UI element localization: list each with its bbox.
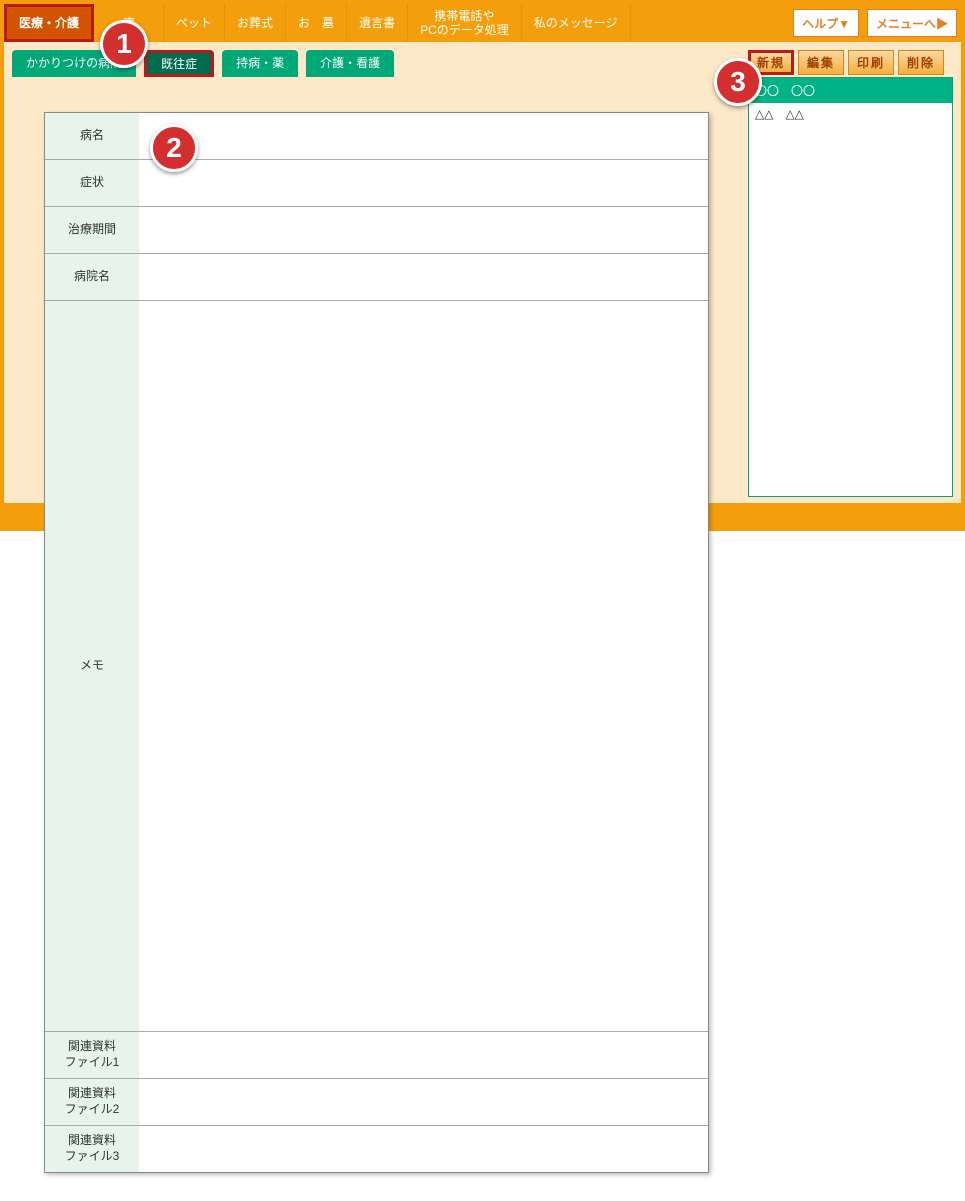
value-memo[interactable]: [139, 301, 708, 1031]
label-treatment-period: 治療期間: [45, 207, 139, 253]
row-symptom: 症状: [45, 160, 708, 207]
list-item[interactable]: △△ △△: [749, 103, 952, 124]
row-disease-name: 病名: [45, 113, 708, 160]
help-button[interactable]: ヘルプ▼: [793, 9, 859, 37]
nav-funeral[interactable]: お葬式: [225, 4, 286, 42]
row-file2: 関連資料 ファイル2: [45, 1079, 708, 1126]
value-disease-name[interactable]: [139, 113, 708, 159]
nav-pet[interactable]: ペット: [164, 4, 225, 42]
value-symptom[interactable]: [139, 160, 708, 206]
list-selected-item[interactable]: 〇〇 〇〇: [749, 78, 952, 103]
menu-button[interactable]: メニューへ▶: [867, 9, 957, 37]
row-treatment-period: 治療期間: [45, 207, 708, 254]
tab-nursing-care[interactable]: 介護・看護: [306, 50, 394, 77]
nav-phone-pc-data[interactable]: 携帯電話や PCのデータ処理: [408, 4, 522, 42]
tab-past-illness[interactable]: 既往症: [144, 50, 214, 77]
nav-will[interactable]: 遺言書: [347, 4, 408, 42]
value-file3[interactable]: [139, 1126, 708, 1172]
nav-my-message[interactable]: 私のメッセージ: [522, 4, 631, 42]
value-file1[interactable]: [139, 1032, 708, 1078]
action-buttons: 新規 編集 印刷 削除: [748, 50, 953, 75]
record-list: 〇〇 〇〇 △△ △△: [748, 77, 953, 497]
label-symptom: 症状: [45, 160, 139, 206]
callout-3: 3: [714, 58, 762, 106]
value-hospital-name[interactable]: [139, 254, 708, 300]
delete-button[interactable]: 削除: [898, 50, 944, 75]
top-navigation: 医療・介護 療 ペット お葬式 お 墓 遺言書 携帯電話や PCのデータ処理 私…: [4, 4, 961, 42]
nav-grave[interactable]: お 墓: [286, 4, 347, 42]
nav-medical-care[interactable]: 医療・介護: [4, 4, 94, 42]
label-hospital-name: 病院名: [45, 254, 139, 300]
label-file3: 関連資料 ファイル3: [45, 1126, 139, 1172]
nav-spacer: [631, 4, 790, 42]
label-file1: 関連資料 ファイル1: [45, 1032, 139, 1078]
callout-2: 2: [150, 124, 198, 172]
row-memo: メモ: [45, 301, 708, 1032]
value-file2[interactable]: [139, 1079, 708, 1125]
tab-chronic-medicine[interactable]: 持病・薬: [222, 50, 298, 77]
edit-button[interactable]: 編集: [798, 50, 844, 75]
row-file1: 関連資料 ファイル1: [45, 1032, 708, 1079]
form-panel: 病名 症状 治療期間 病院名 メモ 関連資料 ファイル1 関連資料 ファイル2 …: [44, 112, 709, 1173]
right-column: 新規 編集 印刷 削除 〇〇 〇〇 △△ △△: [748, 50, 953, 497]
callout-1: 1: [100, 20, 148, 68]
label-memo: メモ: [45, 301, 139, 1031]
label-disease-name: 病名: [45, 113, 139, 159]
row-hospital-name: 病院名: [45, 254, 708, 301]
label-file2: 関連資料 ファイル2: [45, 1079, 139, 1125]
value-treatment-period[interactable]: [139, 207, 708, 253]
row-file3: 関連資料 ファイル3: [45, 1126, 708, 1172]
print-button[interactable]: 印刷: [848, 50, 894, 75]
